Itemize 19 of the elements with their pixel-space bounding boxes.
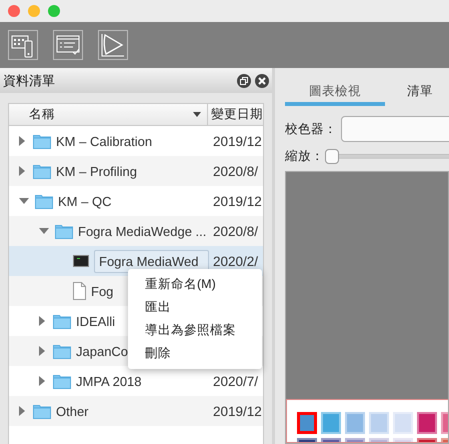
item-name: Fogra MediaWedge ... [78, 224, 206, 238]
date-text: 2020/8/ [213, 224, 258, 238]
date-text: 2019/12 [213, 404, 262, 418]
date-text: 2019/12 [213, 134, 262, 148]
item-name: JapanCo [76, 344, 128, 358]
calibrator-label: 校色器： [285, 120, 335, 138]
item-name: Fog [91, 284, 114, 298]
zoom-label: 縮放： [285, 148, 325, 165]
date-text: 2020/8/ [213, 164, 258, 178]
item-name: Other [56, 404, 89, 418]
item-name: KM – Profiling [56, 164, 137, 178]
item-name: KM – QC [58, 194, 112, 208]
item-name: IDEAlli [76, 314, 116, 328]
panel-title: 資料清單 [3, 72, 56, 90]
item-name: KM – Calibration [56, 134, 152, 148]
item-name: JMPA 2018 [76, 374, 142, 388]
date-text: 2020/7/ [213, 374, 258, 388]
date-text: 2020/2/ [213, 254, 258, 268]
date-text: 2019/12 [213, 194, 262, 208]
